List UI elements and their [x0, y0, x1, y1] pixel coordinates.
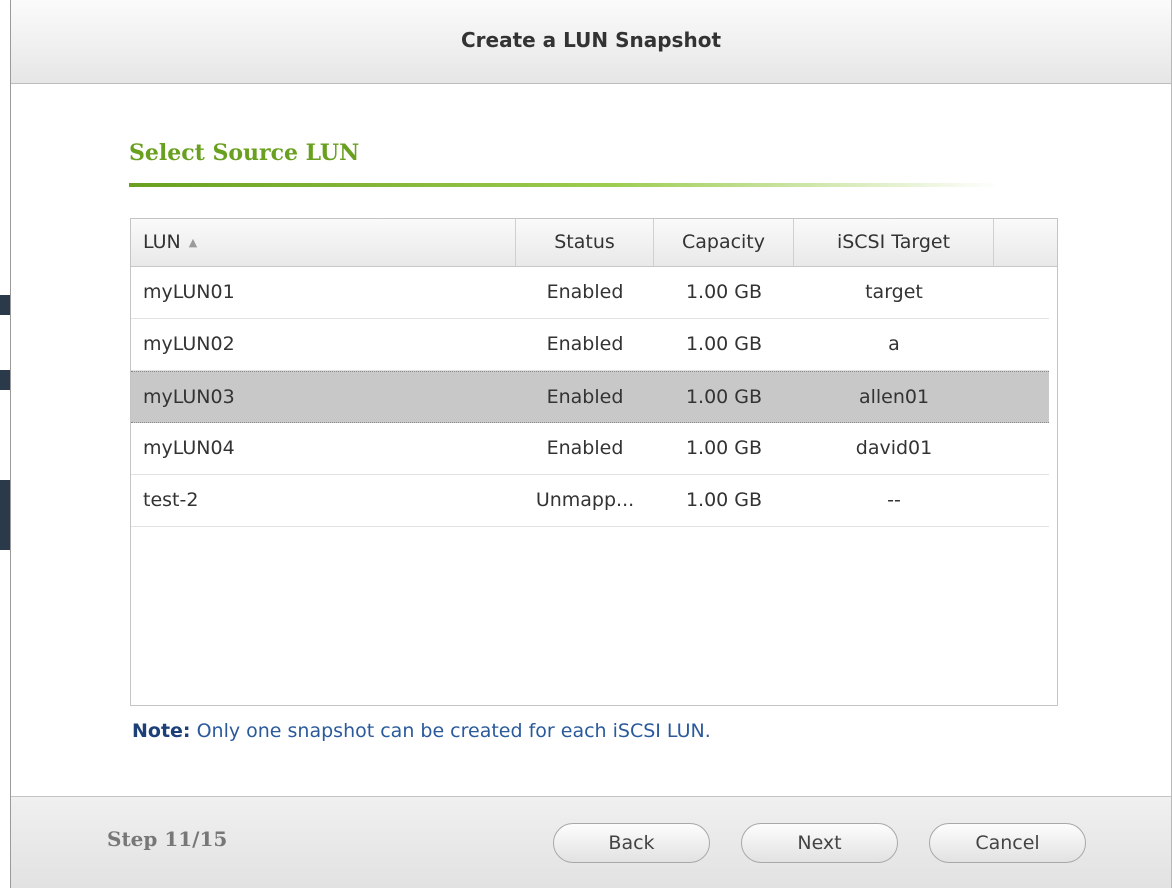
cell-iscsi-target: allen01: [858, 386, 930, 408]
column-header-lun[interactable]: LUN ▲: [131, 219, 516, 266]
cell-lun: myLUN03: [143, 386, 235, 408]
cell-lun: myLUN01: [143, 281, 235, 303]
dialog-titlebar[interactable]: Create a LUN Snapshot: [11, 0, 1171, 84]
back-button[interactable]: Back: [553, 823, 710, 863]
background-window-edge: [0, 0, 10, 888]
cell-capacity: 1.00 GB: [685, 437, 763, 459]
column-header-lun-label: LUN: [143, 231, 181, 253]
cell-status: Enabled: [546, 386, 624, 408]
table-row[interactable]: myLUN01 Enabled 1.00 GB target: [131, 267, 1049, 319]
table-row[interactable]: myLUN02 Enabled 1.00 GB a: [131, 319, 1049, 371]
note-message: Only one snapshot can be created for eac…: [190, 720, 711, 742]
cell-status: Enabled: [546, 437, 624, 459]
cell-iscsi-target: --: [887, 489, 901, 511]
cell-capacity: 1.00 GB: [685, 281, 763, 303]
cell-status: Enabled: [546, 333, 624, 355]
lun-table: LUN ▲ Status Capacity iSCSI Target myLUN0…: [130, 218, 1058, 706]
cell-status: Unmapp...: [535, 489, 635, 511]
step-indicator: Step 11/15: [107, 827, 228, 851]
table-row-selected[interactable]: myLUN03 Enabled 1.00 GB allen01: [131, 371, 1049, 423]
table-row[interactable]: test-2 Unmapp... 1.00 GB --: [131, 475, 1049, 527]
next-button[interactable]: Next: [741, 823, 898, 863]
sort-ascending-icon: ▲: [188, 236, 198, 249]
dialog-footer: Step 11/15 Back Next Cancel: [11, 796, 1171, 888]
table-body: myLUN01 Enabled 1.00 GB target myLUN02 E…: [131, 267, 1057, 527]
cell-lun: test-2: [143, 489, 199, 511]
cell-iscsi-target: a: [888, 333, 900, 355]
dialog-title: Create a LUN Snapshot: [460, 28, 722, 52]
table-header: LUN ▲ Status Capacity iSCSI Target: [131, 219, 1057, 267]
section-underline: [129, 183, 999, 187]
cell-iscsi-target: target: [865, 281, 923, 303]
cell-iscsi-target: david01: [855, 437, 933, 459]
create-lun-snapshot-dialog: Create a LUN Snapshot Select Source LUN …: [10, 0, 1172, 888]
cancel-button[interactable]: Cancel: [929, 823, 1086, 863]
note-label: Note:: [132, 720, 191, 742]
column-header-iscsi-target[interactable]: iSCSI Target: [794, 219, 994, 266]
section-title: Select Source LUN: [129, 140, 360, 166]
cell-capacity: 1.00 GB: [685, 386, 763, 408]
cell-status: Enabled: [546, 281, 624, 303]
cell-lun: myLUN02: [143, 333, 235, 355]
column-header-capacity[interactable]: Capacity: [654, 219, 794, 266]
cell-lun: myLUN04: [143, 437, 235, 459]
cell-capacity: 1.00 GB: [685, 333, 763, 355]
column-header-status[interactable]: Status: [516, 219, 654, 266]
cell-capacity: 1.00 GB: [685, 489, 763, 511]
table-row[interactable]: myLUN04 Enabled 1.00 GB david01: [131, 423, 1049, 475]
note-text: Note: Only one snapshot can be created f…: [132, 720, 711, 742]
